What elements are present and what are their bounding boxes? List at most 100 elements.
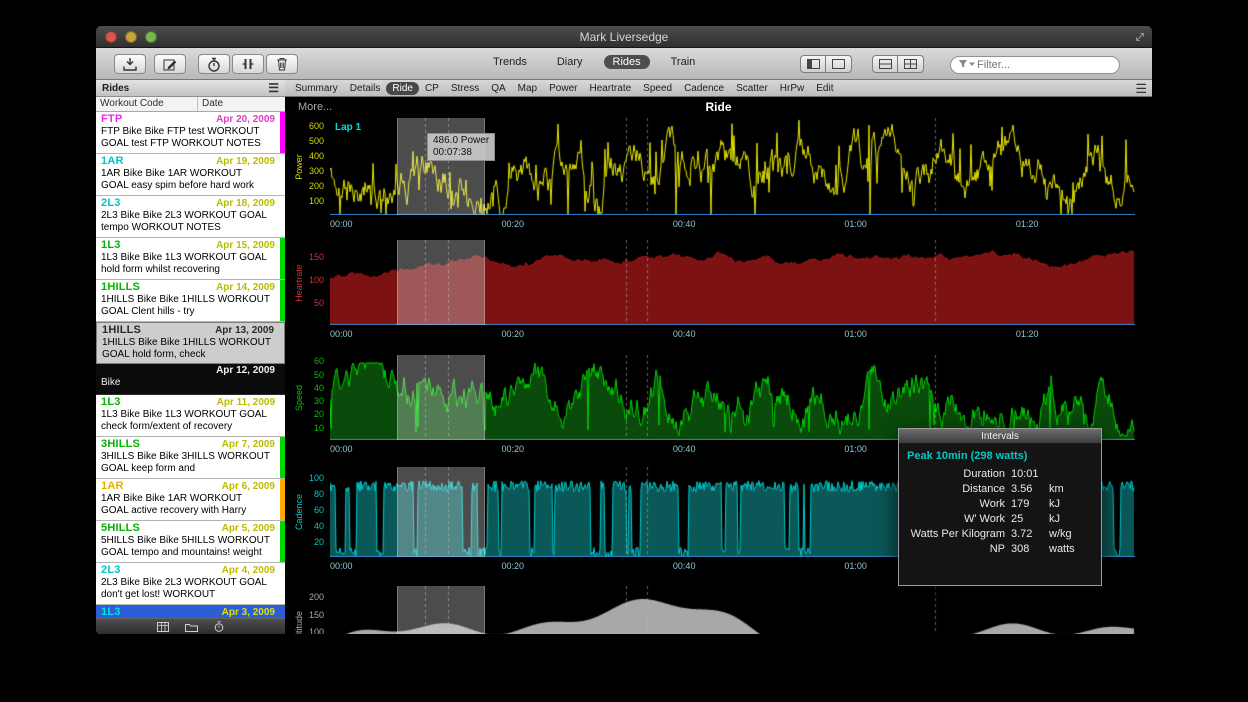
toolbar-tab-train[interactable]: Train <box>662 55 705 69</box>
ride-list-item[interactable]: 1ARApr 19, 20091AR Bike Bike 1AR WORKOUT… <box>96 154 285 196</box>
stopwatch-button[interactable] <box>198 54 230 74</box>
tab-details[interactable]: Details <box>344 82 387 95</box>
tab-heartrate[interactable]: Heartrate <box>583 82 637 95</box>
tab-edit[interactable]: Edit <box>810 82 839 95</box>
sidebar-header: Rides ☰ <box>96 80 285 97</box>
ride-code: 2L3 <box>101 197 121 209</box>
tab-cadence[interactable]: Cadence <box>678 82 730 95</box>
x-tick: 00:40 <box>673 219 696 229</box>
more-link[interactable]: More... <box>298 101 332 113</box>
tab-cp[interactable]: CP <box>419 82 445 95</box>
ride-description: 1L3 Bike Bike 1L3 WORKOUT GOAL check for… <box>101 408 271 433</box>
ride-description: 3HILLS Bike Bike 3HILLS WORKOUT GOAL kee… <box>101 450 271 475</box>
tab-summary[interactable]: Summary <box>289 82 344 95</box>
selection-region[interactable] <box>397 240 485 325</box>
ride-description: 1AR Bike Bike 1AR WORKOUT GOAL easy spim… <box>101 167 271 192</box>
page-title: Ride <box>285 100 1152 114</box>
sidebar-menu-icon[interactable]: ☰ <box>268 81 279 95</box>
interval-unit <box>1049 467 1101 482</box>
y-tick: 200 <box>285 592 324 602</box>
ride-description: Bike <box>101 376 271 389</box>
hide-sidebar-button[interactable] <box>826 55 852 73</box>
ride-date: Apr 5, 2009 <box>222 523 276 534</box>
delete-ride-button[interactable] <box>266 54 298 74</box>
ride-list-item[interactable]: 1ARApr 6, 20091AR Bike Bike 1AR WORKOUT … <box>96 479 285 521</box>
intervals-button[interactable] <box>232 54 264 74</box>
toolbar-tab-trends[interactable]: Trends <box>484 55 536 69</box>
tab-scatter[interactable]: Scatter <box>730 82 774 95</box>
ride-code: FTP <box>101 113 122 125</box>
selection-region[interactable] <box>397 586 485 634</box>
ride-list-item[interactable]: 1HILLSApr 13, 20091HILLS Bike Bike 1HILL… <box>96 322 285 364</box>
x-tick: 00:20 <box>501 329 524 339</box>
y-tick: 30 <box>285 396 324 406</box>
interval-label: Distance <box>899 482 1011 497</box>
table-icon[interactable] <box>157 622 169 632</box>
ride-list-item[interactable]: 1L3Apr 15, 20091L3 Bike Bike 1L3 WORKOUT… <box>96 238 285 280</box>
close-window-icon[interactable] <box>105 31 117 43</box>
ride-list-item[interactable]: Apr 12, 2009Bike <box>96 364 285 395</box>
column-date[interactable]: Date <box>198 97 285 111</box>
tab-speed[interactable]: Speed <box>637 82 678 95</box>
column-workout-code[interactable]: Workout Code <box>96 97 198 111</box>
y-tick: 100 <box>285 473 324 483</box>
ride-list-item[interactable]: 2L3Apr 4, 20092L3 Bike Bike 2L3 WORKOUT … <box>96 563 285 605</box>
interval-value: 179 <box>1011 497 1049 512</box>
title-bar[interactable]: Mark Liversedge <box>96 26 1152 48</box>
tiled-layout-button[interactable] <box>872 55 898 73</box>
interval-heading: Peak 10min (298 watts) <box>899 444 1101 467</box>
show-sidebar-button[interactable] <box>800 55 826 73</box>
stopwatch-icon <box>207 57 221 72</box>
layout-toggle-group <box>872 55 924 73</box>
y-tick: 600 <box>285 121 324 131</box>
ride-list-item[interactable]: 5HILLSApr 5, 20095HILLS Bike Bike 5HILLS… <box>96 521 285 563</box>
ride-list-item[interactable]: 1L3Apr 3, 2009 <box>96 605 285 618</box>
intervals-popup-title[interactable]: Intervals <box>899 429 1101 444</box>
ride-list-item[interactable]: 1HILLSApr 14, 20091HILLS Bike Bike 1HILL… <box>96 280 285 322</box>
x-tick: 00:40 <box>673 329 696 339</box>
filter-input[interactable] <box>950 56 1120 74</box>
ride-list-item[interactable]: 3HILLSApr 7, 20093HILLS Bike Bike 3HILLS… <box>96 437 285 479</box>
tab-power[interactable]: Power <box>543 82 583 95</box>
ride-description: 2L3 Bike Bike 2L3 WORKOUT GOAL don't get… <box>101 576 271 601</box>
ride-list-item[interactable]: FTP Apr 20, 2009FTP Bike Bike FTP test WO… <box>96 112 285 154</box>
tab-map[interactable]: Map <box>512 82 543 95</box>
chart-heartrate: Heartrate1501005000:0000:2000:4001:0001:… <box>285 240 1152 341</box>
selection-region[interactable] <box>397 355 485 440</box>
minimize-window-icon[interactable] <box>125 31 137 43</box>
main-panel: SummaryDetailsRideCPStressQAMapPowerHear… <box>285 80 1152 634</box>
edit-ride-button[interactable] <box>154 54 186 74</box>
selection-region[interactable] <box>397 467 485 557</box>
zoom-window-icon[interactable] <box>145 31 157 43</box>
interval-value: 10:01 <box>1011 467 1049 482</box>
toolbar-tab-rides[interactable]: Rides <box>604 55 650 69</box>
interval-value: 3.56 <box>1011 482 1049 497</box>
interval-stat-row: Duration10:01 <box>899 467 1101 482</box>
ride-list-item[interactable]: 2L3Apr 18, 20092L3 Bike Bike 2L3 WORKOUT… <box>96 196 285 238</box>
ride-date: Apr 20, 2009 <box>216 114 276 125</box>
ride-description: FTP Bike Bike FTP test WORKOUT GOAL test… <box>101 125 271 150</box>
intervals-popup[interactable]: Intervals Peak 10min (298 watts) Duratio… <box>898 428 1102 586</box>
ride-date: Apr 6, 2009 <box>222 481 276 492</box>
grid-layout-button[interactable] <box>898 55 924 73</box>
filter-field-wrap <box>950 55 1120 73</box>
tab-ride[interactable]: Ride <box>386 82 419 95</box>
ride-code: 5HILLS <box>101 522 140 534</box>
save-ride-button[interactable] <box>114 54 146 74</box>
interval-stat-row: Watts Per Kilogram3.72w/kg <box>899 527 1101 542</box>
chart-menu-icon[interactable]: ☰ <box>1135 80 1147 97</box>
stopwatch-icon[interactable] <box>214 621 224 632</box>
tab-stress[interactable]: Stress <box>445 82 485 95</box>
ride-date: Apr 3, 2009 <box>222 607 276 618</box>
ride-list-item[interactable]: 1L3Apr 11, 20091L3 Bike Bike 1L3 WORKOUT… <box>96 395 285 437</box>
tab-qa[interactable]: QA <box>485 82 511 95</box>
window-resize-icon[interactable] <box>1135 32 1145 42</box>
ride-date: Apr 7, 2009 <box>222 439 276 450</box>
folder-icon[interactable] <box>185 622 198 632</box>
toolbar-tab-diary[interactable]: Diary <box>548 55 592 69</box>
interval-label: Watts Per Kilogram <box>899 527 1011 542</box>
interval-unit: km <box>1049 482 1101 497</box>
filter-funnel-icon[interactable] <box>958 59 975 69</box>
y-tick: 50 <box>285 298 324 308</box>
tab-hrpw[interactable]: HrPw <box>774 82 810 95</box>
